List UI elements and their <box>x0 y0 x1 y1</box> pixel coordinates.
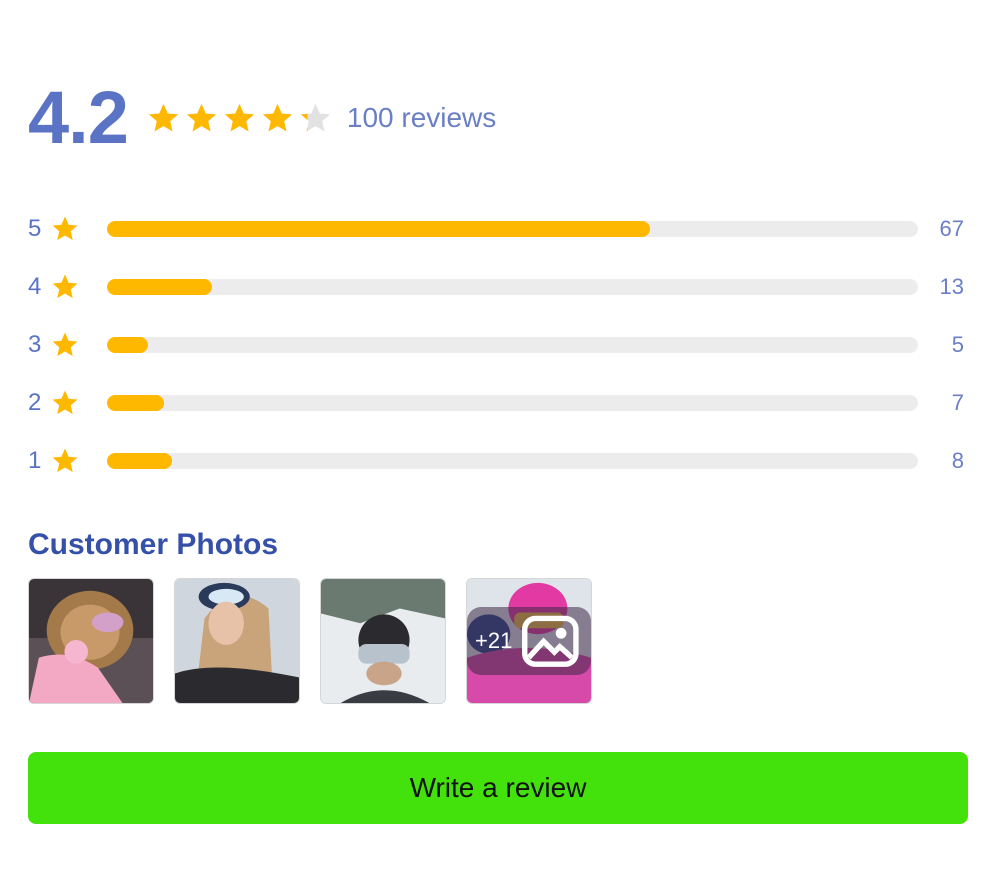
star-icon <box>52 216 78 241</box>
average-rating: 4.2 <box>28 76 129 159</box>
star-icon <box>262 103 292 131</box>
photo-thumbnail <box>321 579 445 703</box>
row-count: 5 <box>951 332 964 357</box>
star-icon <box>224 103 254 131</box>
rating-bar-fill <box>107 279 213 295</box>
review-count[interactable]: 100 reviews <box>347 102 496 134</box>
rating-bar-track <box>107 279 918 295</box>
rating-bar-fill <box>107 337 148 353</box>
rating-row-5[interactable]: 5 67 <box>28 200 968 258</box>
rating-row-2[interactable]: 2 7 <box>28 374 968 432</box>
star-icon <box>52 390 78 415</box>
write-review-button[interactable]: Write a review <box>28 752 968 824</box>
photo-thumbnail <box>29 579 153 703</box>
customer-photos-title: Customer Photos <box>28 528 279 561</box>
photo-thumbnail <box>175 579 299 703</box>
row-count: 7 <box>951 390 964 415</box>
partial-star-icon <box>300 103 330 131</box>
row-star-label: 1 <box>28 447 42 474</box>
star-icon <box>148 103 178 131</box>
rating-bar-track <box>107 395 918 411</box>
star-icon <box>186 103 216 131</box>
star-icon <box>52 448 78 473</box>
rating-row-3[interactable]: 3 5 <box>28 316 968 374</box>
image-icon <box>522 615 579 667</box>
row-star-label: 4 <box>28 273 42 300</box>
rating-bar-track <box>107 221 918 237</box>
rating-distribution: 5 67 4 13 3 5 2 7 1 8 <box>28 200 968 490</box>
customer-photo[interactable] <box>174 578 300 704</box>
more-photos-count: +21 <box>475 627 513 653</box>
row-count: 8 <box>951 448 964 473</box>
rating-summary: 4.2 100 reviews <box>28 80 496 156</box>
row-star-label: 5 <box>28 215 42 242</box>
rating-row-4[interactable]: 4 13 <box>28 258 968 316</box>
rating-bar-track <box>107 337 918 353</box>
rating-bar-fill <box>107 395 164 411</box>
rating-bar-fill <box>107 221 651 237</box>
rating-bar-fill <box>107 453 172 469</box>
row-star-label: 3 <box>28 331 42 358</box>
customer-photo-more[interactable]: +21 <box>466 578 592 704</box>
customer-photos-gallery: +21 <box>28 578 592 704</box>
rating-bar-track <box>107 453 918 469</box>
row-count: 67 <box>939 216 964 241</box>
customer-photo[interactable] <box>28 578 154 704</box>
rating-row-1[interactable]: 1 8 <box>28 432 968 490</box>
row-count: 13 <box>939 274 964 299</box>
more-photos-badge: +21 <box>467 606 591 676</box>
average-stars <box>146 101 333 136</box>
star-icon <box>52 332 78 357</box>
star-icon <box>52 274 78 299</box>
customer-photo[interactable] <box>320 578 446 704</box>
row-star-label: 2 <box>28 389 42 416</box>
more-photos-overlay: +21 <box>467 579 591 703</box>
